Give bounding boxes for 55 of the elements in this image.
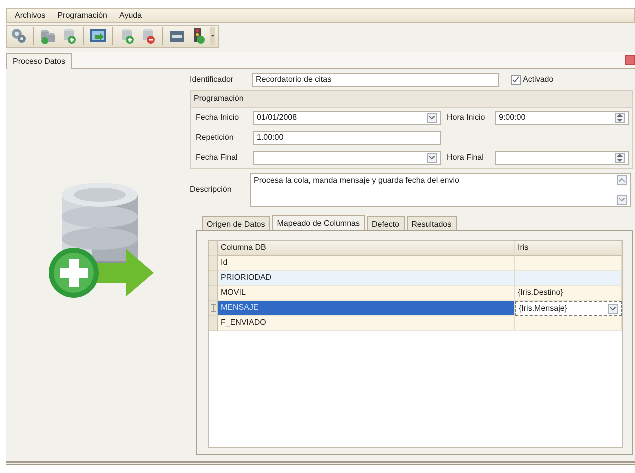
time-field[interactable] [495, 151, 629, 165]
date-field[interactable]: 01/01/2008 [253, 111, 441, 125]
tab[interactable]: Mapeado de Columnas [272, 215, 365, 231]
caret-icon [619, 178, 625, 182]
tab[interactable]: Resultados [406, 216, 457, 230]
spin-arrows-icon [617, 154, 623, 162]
table-cell: {Iris.Destino} [515, 286, 622, 301]
row-header[interactable] [209, 301, 218, 316]
dropdown-button[interactable] [427, 113, 437, 123]
gears-icon[interactable] [10, 27, 28, 45]
dropdown-button[interactable] [608, 304, 618, 314]
row-cursor-icon [210, 304, 216, 312]
checkbox[interactable] [511, 75, 521, 85]
toolbar-overflow-button[interactable] [210, 27, 215, 45]
caret-icon [429, 156, 435, 160]
menu-item[interactable]: Ayuda [120, 12, 142, 20]
spin-arrows-icon [617, 114, 623, 122]
spin-button[interactable] [615, 113, 625, 123]
cell-dropdown[interactable]: {Iris.Mensaje} [515, 301, 622, 316]
time-field[interactable]: 9:00:00 [495, 111, 629, 125]
screen-icon[interactable] [89, 27, 107, 45]
menu-item[interactable]: Archivos [15, 12, 46, 20]
caret-icon [610, 306, 616, 310]
text-area[interactable]: Procesa la cola, manda mensaje y guarda fecha del envio [250, 173, 631, 207]
field-label: Fecha Inicio [196, 112, 240, 124]
scroll-up-button[interactable] [617, 175, 627, 185]
field-label: Hora Inicio [447, 112, 486, 124]
spin-button[interactable] [615, 153, 625, 163]
table-cell: MOVIL [218, 286, 515, 301]
column-header[interactable]: Columna DB [218, 241, 515, 256]
column-header[interactable]: Iris [515, 241, 622, 256]
field-label: Fecha Final [196, 152, 239, 164]
caret-icon [429, 116, 435, 120]
menu-item[interactable]: Programación [58, 12, 108, 20]
caret-icon [619, 198, 625, 202]
tab[interactable]: Origen de Datos [202, 216, 270, 230]
text-field[interactable]: Recordatorio de citas [252, 73, 499, 87]
checkbox-label: Activado [523, 74, 554, 86]
table-cell: MENSAJE [218, 301, 515, 316]
document-tab[interactable]: Proceso Datos [6, 53, 72, 69]
caret-icon [210, 34, 214, 38]
group-title: Programación [191, 91, 632, 108]
table-cell: PRIORIODAD [218, 271, 515, 286]
date-field[interactable] [253, 151, 441, 165]
text-field[interactable]: 1.00:00 [253, 131, 441, 145]
field-label: Descripción [190, 184, 233, 196]
tab[interactable]: Defecto [366, 216, 405, 230]
table-cell: Id [218, 256, 515, 271]
field-label: Hora Final [447, 152, 485, 164]
table-cell: F_ENVIADO [218, 316, 515, 331]
database-icon[interactable] [39, 27, 57, 45]
field-label: Identificador [190, 74, 235, 86]
scroll-down-button[interactable] [617, 195, 627, 205]
field-label: Repetición [196, 132, 235, 144]
dropdown-button[interactable] [427, 153, 437, 163]
